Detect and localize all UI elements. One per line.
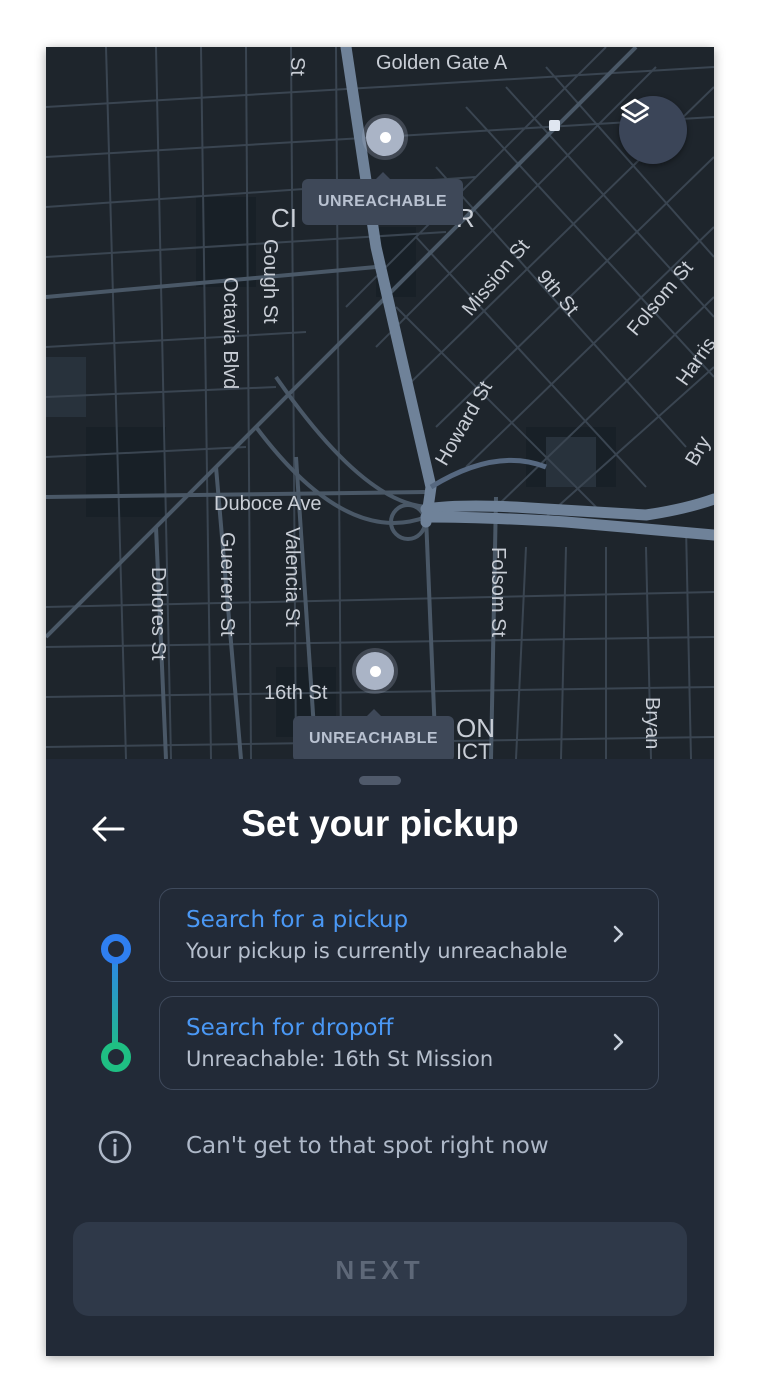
pickup-pin[interactable] [366,118,404,156]
pickup-card-title: Search for a pickup [186,907,409,933]
dropoff-card-title: Search for dropoff [186,1015,394,1041]
dropoff-search-card[interactable]: Search for dropoff Unreachable: 16th St … [159,996,659,1090]
street-label-bryant-top: Bry [681,433,714,470]
transit-icon [549,120,560,131]
dropoff-unreachable-label: UNREACHABLE [293,709,455,759]
map-view[interactable]: Golden Gate A St CI R Gough St Octavia B… [46,47,714,759]
next-button[interactable]: NEXT [73,1222,687,1316]
street-label-mission: Mission St [458,235,534,320]
street-label-st-top: St [286,57,308,76]
dropoff-pin[interactable] [356,652,394,690]
pickup-search-card[interactable]: Search for a pickup Your pickup is curre… [159,888,659,982]
street-label-dolores: Dolores St [147,567,169,661]
phone-screen: Golden Gate A St CI R Gough St Octavia B… [46,47,714,1356]
bottom-sheet: Set your pickup Search for a pickup Your… [46,759,714,1356]
street-label-bryant: Bryan [641,697,663,749]
street-label-sixteenth: 16th St [264,682,328,704]
pickup-card-subtitle: Your pickup is currently unreachable [186,939,568,963]
street-label-mission-fragment-2: ICT [456,739,491,759]
info-message: Can't get to that spot right now [98,1126,658,1166]
street-label-folsom: Folsom St [487,547,509,637]
street-label-duboce: Duboce Ave [214,493,322,515]
pickup-unreachable-label: UNREACHABLE [302,172,464,225]
chevron-right-icon [613,1033,624,1051]
street-label-civic-fragment: CI [271,203,297,233]
sheet-drag-handle[interactable] [359,776,401,785]
dropoff-card-subtitle: Unreachable: 16th St Mission [186,1047,494,1071]
street-label-gough: Gough St [259,239,281,324]
info-icon [98,1130,132,1164]
street-label-valencia: Valencia St [281,527,303,627]
layers-icon [620,98,650,124]
street-label-ninth: 9th St [532,266,583,321]
chevron-right-icon [613,925,624,943]
page-title: Set your pickup [241,803,519,844]
info-text: Can't get to that spot right now [186,1133,549,1159]
street-label-folsom-top: Folsom St [623,257,698,340]
street-label-octavia: Octavia Blvd [219,277,241,389]
pickup-marker-icon [101,934,131,964]
street-label-harrison: Harris [672,334,714,390]
map-layers-button[interactable] [619,96,687,164]
dropoff-marker-icon [101,1042,131,1072]
street-label-howard: Howard St [431,377,497,469]
street-label-golden-gate: Golden Gate A [376,52,508,74]
street-label-guerrero: Guerrero St [216,532,238,637]
